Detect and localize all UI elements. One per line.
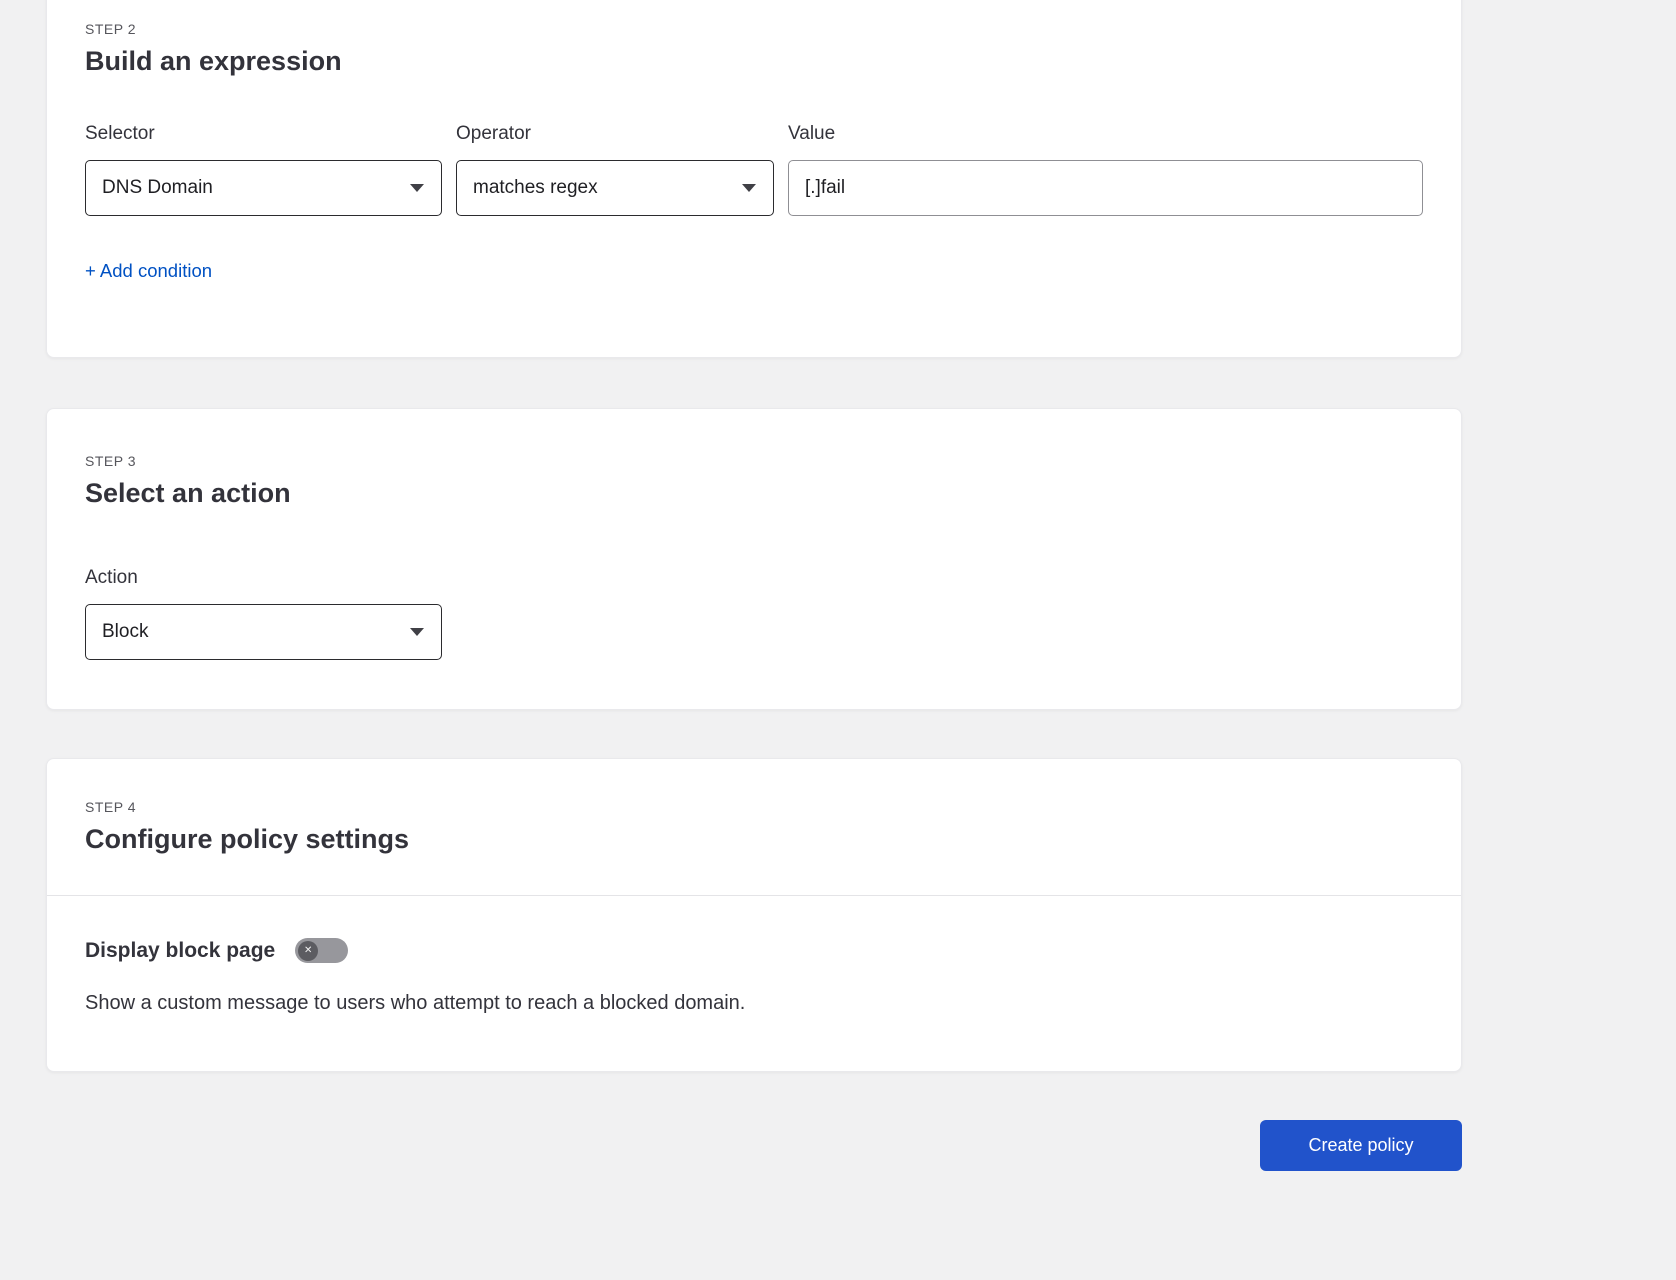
policy-settings-title: Configure policy settings: [85, 824, 410, 854]
select-action-card: STEP 3 Select an action Action Block: [46, 408, 1462, 710]
action-dropdown-value: Block: [102, 621, 149, 642]
policy-settings-body: Display block page ✕ Show a custom messa…: [47, 896, 1461, 1015]
expression-fields-row: Selector DNS Domain Operator matches reg…: [85, 123, 1423, 216]
block-page-row: Display block page ✕: [85, 938, 1423, 963]
step4-label: STEP 4: [85, 799, 136, 815]
chevron-down-icon: [410, 628, 424, 636]
block-page-description: Show a custom message to users who attem…: [85, 992, 746, 1014]
policy-settings-card: STEP 4 Configure policy settings Display…: [46, 758, 1462, 1072]
selector-dropdown-value: DNS Domain: [102, 177, 213, 198]
value-label: Value: [788, 123, 836, 144]
build-expression-title: Build an expression: [85, 46, 342, 76]
chevron-down-icon: [742, 184, 756, 192]
display-block-page-label: Display block page: [85, 938, 276, 962]
step2-label: STEP 2: [85, 21, 136, 37]
operator-field: Operator matches regex: [456, 123, 774, 216]
value-input[interactable]: [788, 160, 1423, 216]
select-action-title: Select an action: [85, 478, 291, 508]
add-condition-link[interactable]: + Add condition: [85, 260, 212, 282]
create-policy-button[interactable]: Create policy: [1260, 1120, 1462, 1171]
action-dropdown[interactable]: Block: [85, 604, 442, 660]
policy-settings-header: STEP 4 Configure policy settings: [47, 759, 1461, 895]
action-label: Action: [85, 567, 138, 588]
value-field: Value: [788, 123, 1423, 216]
operator-dropdown-value: matches regex: [473, 177, 598, 198]
selector-dropdown[interactable]: DNS Domain: [85, 160, 442, 216]
toggle-off-icon: ✕: [298, 940, 319, 961]
step3-label: STEP 3: [85, 453, 136, 469]
operator-dropdown[interactable]: matches regex: [456, 160, 774, 216]
build-expression-card: STEP 2 Build an expression Selector DNS …: [46, 0, 1462, 358]
chevron-down-icon: [410, 184, 424, 192]
selector-label: Selector: [85, 123, 155, 144]
display-block-page-toggle[interactable]: ✕: [295, 938, 349, 963]
selector-field: Selector DNS Domain: [85, 123, 442, 216]
operator-label: Operator: [456, 123, 531, 144]
